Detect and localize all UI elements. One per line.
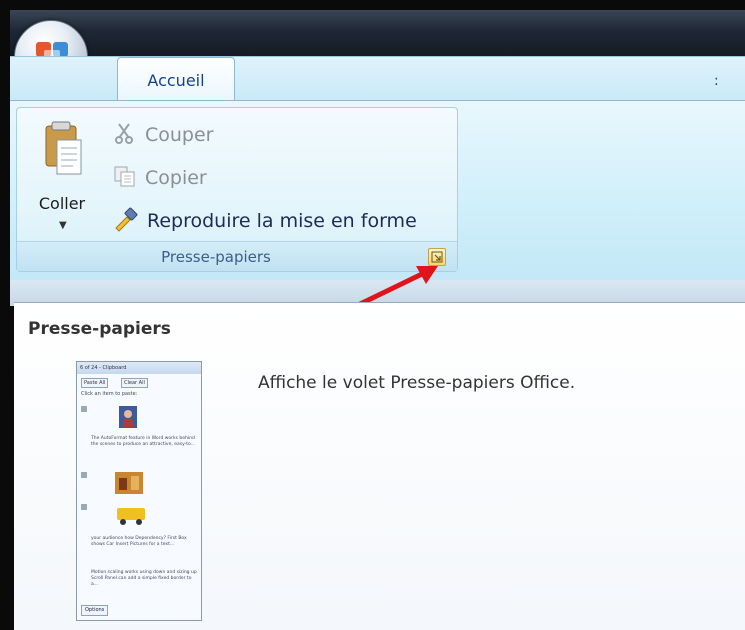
cut-label: Couper <box>145 124 214 146</box>
tab-label: Accueil <box>147 71 205 90</box>
thumbnail-item-image <box>81 502 197 534</box>
clipboard-paste-icon <box>43 120 83 190</box>
paste-label: Coller <box>38 194 86 213</box>
tab-overflow-marker: : <box>714 73 719 89</box>
supertip-description: Affiche le volet Presse-papiers Office. <box>258 373 576 393</box>
thumbnail-hint: Click an item to paste: <box>81 391 138 397</box>
thumbnail-item-text: your audience how Dependency? First Box … <box>91 536 187 547</box>
ribbon-body: Coller ▼ Couper Copier Reproduire la mis… <box>10 100 745 280</box>
copy-button[interactable]: Copier <box>113 161 207 195</box>
thumbnail-item-text: The AutoFormat feature in Word works beh… <box>91 436 196 447</box>
thumbnail-item-image <box>81 404 197 436</box>
thumbnail-item-text: Motion scaling works using down and sizi… <box>91 570 197 587</box>
chevron-down-icon[interactable]: ▼ <box>59 220 67 231</box>
title-bar <box>10 10 745 56</box>
tab-accueil[interactable]: Accueil <box>117 57 235 103</box>
thumbnail-item-image <box>81 470 197 502</box>
copy-icon <box>113 164 137 192</box>
format-painter-button[interactable]: Reproduire la mise en forme <box>113 204 417 238</box>
cut-button[interactable]: Couper <box>113 118 214 152</box>
paste-button[interactable]: Coller ▼ <box>29 120 95 240</box>
thumbnail-clear-all: Clear All <box>121 378 148 388</box>
ribbon-tab-strip: Accueil : <box>10 56 745 103</box>
scissors-icon <box>113 121 137 149</box>
clipboard-group: Coller ▼ Couper Copier Reproduire la mis… <box>16 107 458 272</box>
clipboard-pane-thumbnail: 6 of 24 - Clipboard Paste All Clear All … <box>76 361 202 621</box>
thumbnail-paste-all: Paste All <box>81 378 109 388</box>
format-painter-icon <box>113 206 139 236</box>
format-painter-label: Reproduire la mise en forme <box>147 210 417 232</box>
copy-label: Copier <box>145 167 207 189</box>
application-window: Accueil : Coller ▼ Couper Copier Reprodu… <box>0 0 745 630</box>
thumbnail-options: Options <box>81 605 109 616</box>
thumbnail-title: 6 of 24 - Clipboard <box>77 362 201 374</box>
supertip-panel: Presse-papiers Affiche le volet Presse-p… <box>14 302 745 630</box>
supertip-title: Presse-papiers <box>28 319 171 339</box>
